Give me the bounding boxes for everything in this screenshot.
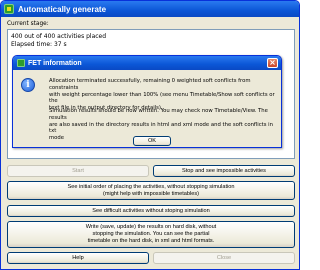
fet-app-icon [4,4,14,14]
see-initial-order-label: See initial order of placing the activit… [67,183,235,197]
start-button-label: Start [72,167,84,174]
see-initial-order-button[interactable]: See initial order of placing the activit… [7,181,295,200]
start-button[interactable]: Start [7,165,149,177]
dialog-title: FET information [28,59,82,67]
fet-app-icon [17,59,25,67]
see-difficult-label: See difficult activities without stoping… [92,207,210,214]
close-icon[interactable]: × [267,58,278,68]
stop-impossible-button[interactable]: Stop and see impossible activities [153,165,295,177]
help-button[interactable]: Help [7,252,149,264]
elapsed-time-text: Elapsed time: 37 s [11,41,67,48]
info-icon: i [21,78,35,92]
dialog-message-allocation: Allocation terminated successfully, rema… [49,78,275,112]
ok-button[interactable]: OK [133,136,171,146]
dialog-titlebar: FET information × [13,56,281,70]
window-titlebar: Automatically generate [1,1,299,17]
see-difficult-button[interactable]: See difficult activities without stoping… [7,205,295,217]
activities-placed-text: 400 out of 400 activities placed [11,33,107,40]
window-title: Automatically generate [18,4,107,14]
close-button[interactable]: Close [153,252,295,264]
write-results-label: Write (save, update) the results on hard… [85,224,217,244]
fet-information-dialog: FET information × i Allocation terminate… [12,55,282,148]
help-button-label: Help [72,254,84,261]
current-stage-label: Current stage: [7,21,49,27]
close-button-label: Close [216,254,232,261]
write-results-button[interactable]: Write (save, update) the results on hard… [7,221,295,248]
stop-impossible-label: Stop and see impossible activities [182,167,266,174]
ok-button-label: OK [147,137,157,144]
automatically-generate-window: Automatically generate Current stage: 40… [0,0,300,270]
